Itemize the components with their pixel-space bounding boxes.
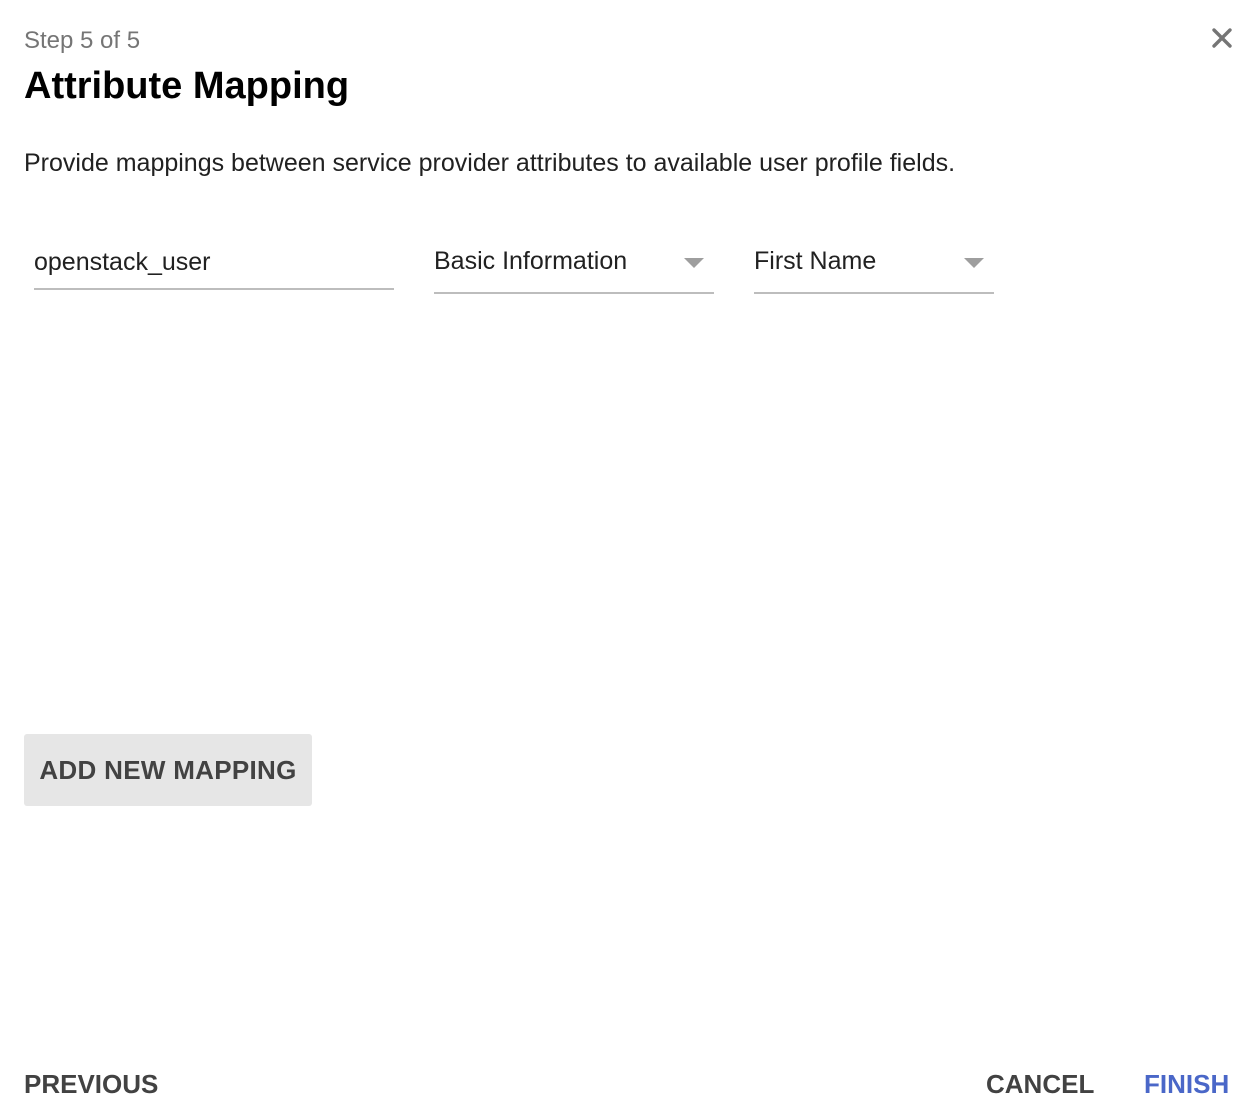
attribute-mapping-dialog: Step 5 of 5 Attribute Mapping Provide ma…: [0, 0, 1252, 1120]
close-button[interactable]: [1206, 22, 1238, 54]
step-indicator: Step 5 of 5: [24, 27, 141, 54]
dialog-title: Attribute Mapping: [24, 65, 350, 107]
chevron-down-icon: [964, 258, 984, 268]
mapping-row: Basic Information First Name: [34, 236, 1004, 296]
finish-button[interactable]: FINISH: [1144, 1066, 1229, 1102]
service-provider-attribute-input[interactable]: [34, 236, 394, 290]
cancel-button[interactable]: CANCEL: [986, 1066, 1094, 1102]
profile-field-value: First Name: [754, 247, 877, 275]
close-icon: [1212, 28, 1232, 48]
chevron-down-icon: [684, 258, 704, 268]
dialog-description: Provide mappings between service provide…: [24, 149, 956, 177]
add-new-mapping-button[interactable]: ADD NEW MAPPING: [24, 734, 312, 806]
profile-category-value: Basic Information: [434, 247, 628, 275]
previous-button[interactable]: PREVIOUS: [24, 1066, 158, 1102]
profile-category-select[interactable]: Basic Information: [434, 236, 714, 294]
profile-field-select[interactable]: First Name: [754, 236, 994, 294]
